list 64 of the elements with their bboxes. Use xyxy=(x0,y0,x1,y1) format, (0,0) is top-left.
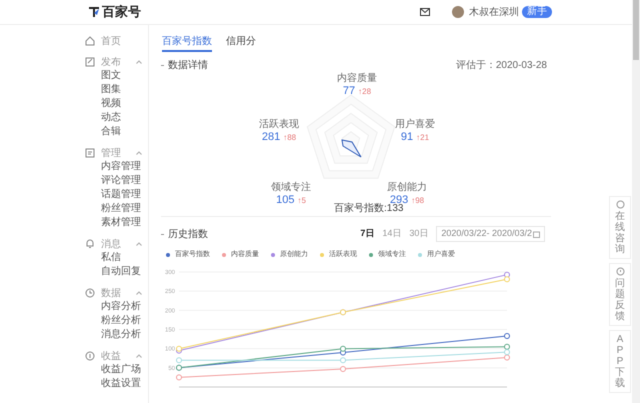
edit-icon xyxy=(85,57,95,67)
level-badge: 新手 xyxy=(522,6,552,18)
mail-icon[interactable] xyxy=(420,8,430,16)
logo-icon xyxy=(88,6,100,18)
avatar[interactable] xyxy=(452,6,464,18)
score-value: 91 xyxy=(400,131,414,144)
float-button[interactable]: APP下载 xyxy=(609,330,631,393)
score-change: ↑21 xyxy=(416,132,430,144)
data-point xyxy=(340,366,346,372)
score-name: 用户喜爱 xyxy=(395,119,435,131)
score-value: 281 xyxy=(262,131,280,144)
score-name: 领域专注 xyxy=(271,182,311,194)
score-change: ↑28 xyxy=(358,86,372,98)
scrollbar[interactable] xyxy=(632,0,640,403)
total-index: 百家号指数:133 xyxy=(334,202,404,216)
score-value: 77 xyxy=(342,85,356,98)
score-change: ↑98 xyxy=(411,195,424,207)
sidebar-subitem[interactable]: 私信 xyxy=(85,251,148,265)
sidebar-subitem[interactable]: 图文 xyxy=(85,69,148,83)
float-button[interactable]: 问题反馈 xyxy=(609,263,631,326)
float-button[interactable]: 在线咨询 xyxy=(609,196,631,259)
section-title: 数据详情 xyxy=(168,58,208,73)
sidebar-subitem[interactable]: 收益设置 xyxy=(85,377,148,391)
sidebar-subitem[interactable]: 合辑 xyxy=(85,125,148,139)
logo-text: 百家号 xyxy=(102,3,141,22)
calendar-icon xyxy=(533,230,540,238)
data-point xyxy=(504,333,510,339)
score-name: 原创能力 xyxy=(387,182,427,194)
home-icon xyxy=(85,36,95,46)
sidebar-subitem[interactable]: 话题管理 xyxy=(85,188,148,202)
date-range-field[interactable]: 2020/03/22- 2020/03/2 xyxy=(436,226,545,242)
clock-icon xyxy=(85,288,95,298)
sidebar-subitem[interactable]: 粉丝分析 xyxy=(85,314,148,328)
sidebar-subitem[interactable]: 图集 xyxy=(85,83,148,97)
scrollbar-thumb[interactable] xyxy=(633,0,639,60)
tab[interactable]: 信用分 xyxy=(226,32,256,52)
sidebar-subitem[interactable]: 评论管理 xyxy=(85,174,148,188)
sidebar-subitem[interactable]: 粉丝管理 xyxy=(85,202,148,216)
document-icon xyxy=(85,148,95,158)
sidebar-subitem[interactable]: 内容管理 xyxy=(85,160,148,174)
sidebar-subitem[interactable]: 动态 xyxy=(85,111,148,125)
sidebar-subitem[interactable]: 素材管理 xyxy=(85,216,148,230)
sidebar-subitem[interactable]: 视频 xyxy=(85,97,148,111)
help-icon xyxy=(616,267,624,276)
range-tab[interactable]: 7日 xyxy=(360,227,374,241)
bell-icon xyxy=(85,239,95,249)
user-name[interactable]: 木叔在深圳 xyxy=(469,4,519,20)
sidebar-subitem[interactable]: 消息分析 xyxy=(85,328,148,342)
radar-shape xyxy=(341,139,362,158)
sidebar-subitem[interactable]: 自动回复 xyxy=(85,265,148,279)
section-marker xyxy=(161,65,164,66)
score-name: 活跃表现 xyxy=(259,119,299,131)
data-point xyxy=(176,374,182,380)
data-point xyxy=(340,357,346,364)
score-value: 105 xyxy=(276,194,294,207)
score-change: ↑88 xyxy=(283,132,296,144)
section-title: 历史指数 xyxy=(168,228,208,242)
sidebar-subitem[interactable]: 收益广场 xyxy=(85,363,148,377)
score-change: ↑5 xyxy=(297,195,306,207)
score-name: 内容质量 xyxy=(337,73,377,85)
assessment-date: 评估于：2020-03-28 xyxy=(456,59,547,73)
sidebar-subitem[interactable]: 内容分析 xyxy=(85,300,148,314)
tab[interactable]: 百家号指数 xyxy=(162,32,212,52)
coin-icon xyxy=(85,351,95,361)
